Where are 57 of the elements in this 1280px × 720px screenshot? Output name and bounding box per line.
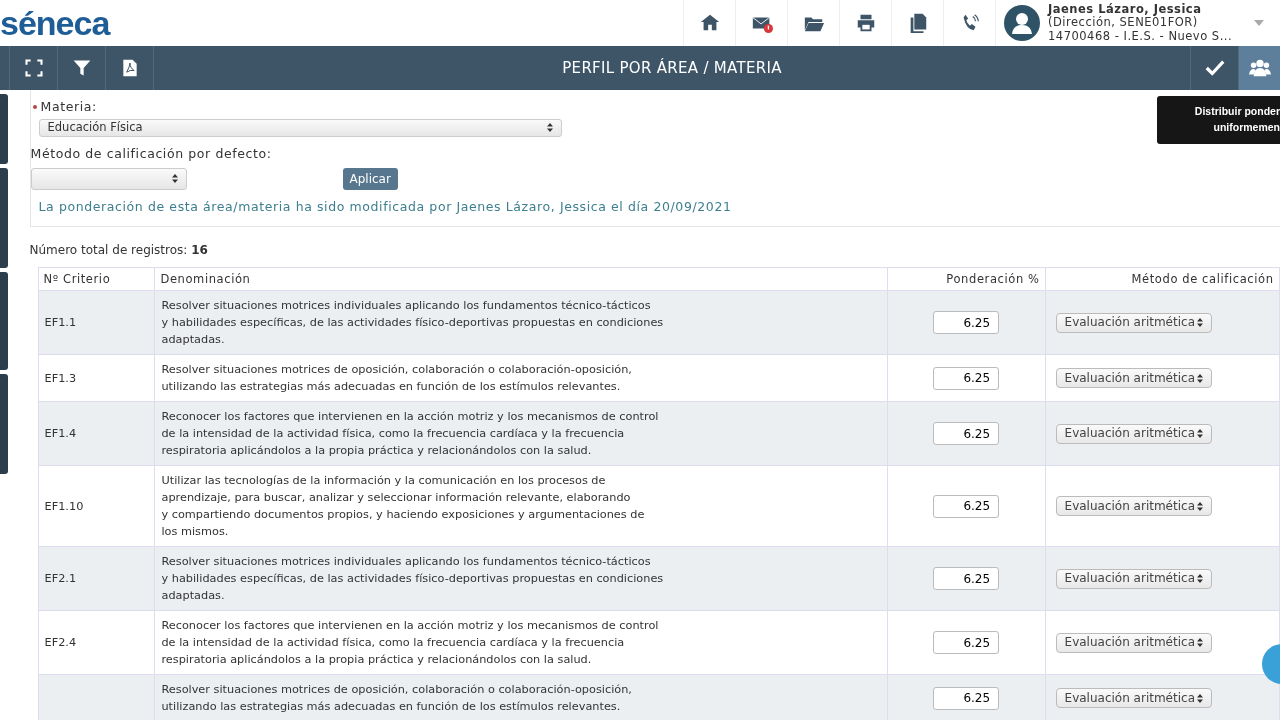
method-select[interactable]: Evaluación aritmética xyxy=(1055,688,1212,709)
notice-text: La ponderación de esta área/materia ha sido modificada por Jaenes Lázaro, Jessica el día 20/09/2021 xyxy=(38,197,733,216)
fullscreen-icon xyxy=(23,58,44,78)
page-title: PERFIL POR ÁREA / MATERIA xyxy=(562,59,782,77)
criterion-code: EF2.1 xyxy=(44,572,77,586)
field-label: Método de calificación por defecto: xyxy=(30,144,273,163)
weight-field[interactable]: 6.25 xyxy=(933,311,1000,335)
method-select[interactable]: Evaluación aritmética xyxy=(1055,632,1212,653)
method-select[interactable]: Evaluación aritmética xyxy=(1055,496,1212,517)
weight-field[interactable]: 6.25 xyxy=(933,422,1000,446)
column-header: Denominación xyxy=(160,271,251,286)
logo[interactable]: séneca xyxy=(0,6,110,40)
weight-field[interactable]: 6.25 xyxy=(933,567,1000,591)
criterion-description: Reconocer los factores que intervienen en la acción motriz y los mecanismos de control de la intensidad de la actividad física, como la frecuencia cardíaca y la frecuencia respiratoria aplicándolos a la propia práctica y relacionándolos con la salud. xyxy=(161,409,660,460)
criterion-description: Resolver situaciones motrices individuales aplicando los fundamentos técnico-tácticos y habilidades específicas, de las actividades físico-deportivas propuestas en condiciones adaptadas. xyxy=(161,554,665,605)
updown-arrow-icon xyxy=(1196,501,1203,511)
criterion-description: Resolver situaciones motrices de oposición, colaboración o colaboración-oposición, utilizando las estrategias más adecuadas en función de los estímulos relevantes. xyxy=(161,682,633,716)
criterion-code: EF1.1 xyxy=(44,316,77,330)
apply-button[interactable]: Aplicar xyxy=(342,167,398,190)
updown-arrow-icon xyxy=(1196,318,1203,328)
updown-arrow-icon xyxy=(1196,429,1203,439)
updown-arrow-icon xyxy=(1196,693,1203,703)
weight-field[interactable]: 6.25 xyxy=(933,631,1000,655)
updown-arrow-icon xyxy=(1196,373,1203,383)
updown-arrow-icon xyxy=(171,174,178,183)
user-name: Jaenes Lázaro, Jessica xyxy=(1048,3,1203,17)
records-count: Número total de registros: 16 xyxy=(29,242,209,260)
user-center: 14700468 - I.E.S. - Nuevo S... xyxy=(1048,29,1234,43)
method-select[interactable]: Evaluación aritmética xyxy=(1055,312,1212,333)
column-header: Ponderación % xyxy=(946,271,1040,286)
updown-arrow-icon xyxy=(1196,638,1203,648)
criterion-code: EF1.10 xyxy=(44,499,84,513)
users-icon xyxy=(1248,57,1271,79)
field-label: Materia: xyxy=(40,98,97,116)
method-select[interactable]: Evaluación aritmética xyxy=(1055,568,1212,589)
method-select[interactable]: Evaluación aritmética xyxy=(1055,423,1212,444)
avatar-icon xyxy=(1004,5,1040,41)
criterion-description: Reconocer los factores que intervienen en la acción motriz y los mecanismos de control de la intensidad de la actividad física, como la frecuencia cardíaca y la frecuencia respiratoria aplicándolos a la propia práctica y relacionándolos con la salud. xyxy=(161,618,660,669)
subject-select[interactable]: Educación Física xyxy=(38,118,562,137)
weight-field[interactable]: 6.25 xyxy=(933,366,1000,390)
weight-field[interactable]: 6.25 xyxy=(933,494,1000,518)
required-dot-icon xyxy=(32,105,37,110)
criterion-code: EF1.3 xyxy=(44,371,77,385)
criterion-description: Utilizar las tecnologías de la información y la comunicación en los procesos de aprendizaje, para buscar, analizar y seleccionar información relevante, elaborando y compartiendo documentos propios, y haciendo exposiciones y argumentaciones de los mismos. xyxy=(161,473,646,541)
criterion-description: Resolver situaciones motrices de oposición, colaboración o colaboración-oposición, utilizando las estrategias más adecuadas en función de los estímulos relevantes. xyxy=(161,362,633,396)
weight-field[interactable]: 6.25 xyxy=(933,686,1000,710)
method-select[interactable]: Evaluación aritmética xyxy=(1055,368,1212,389)
tooltip: Distribuir ponder uniformemen xyxy=(1157,96,1280,144)
updown-arrow-icon xyxy=(546,123,553,133)
criterion-code: EF2.4 xyxy=(44,636,77,650)
user-role: (Dirección, SENE01FOR) xyxy=(1048,16,1198,30)
criterion-code: EF1.4 xyxy=(44,427,77,441)
criterion-description: Resolver situaciones motrices individuales aplicando los fundamentos técnico-tácticos y habilidades específicas, de las actividades físico-deportivas propuestas en condiciones adaptadas. xyxy=(161,298,665,349)
column-header: Método de calificación xyxy=(1131,271,1274,286)
toolbar-button[interactable] xyxy=(1238,46,1280,90)
column-header: Nº Criterio xyxy=(43,271,111,286)
updown-arrow-icon xyxy=(1196,574,1203,584)
